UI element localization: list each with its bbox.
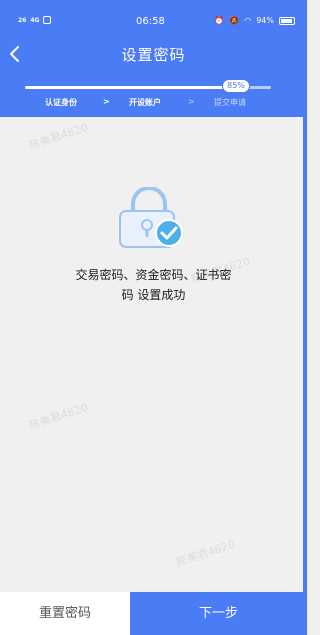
watermark: 陈美君4620: [174, 537, 237, 570]
wifi-icon: ◠: [244, 16, 252, 25]
watermark: 陈美君4620: [27, 120, 90, 153]
watermark: 陈美君4620: [27, 400, 90, 433]
battery-percent: 94%: [256, 16, 274, 25]
step-verify-identity: 认证身份: [45, 98, 77, 107]
nav-bar: 设置密码: [0, 40, 307, 70]
step-indicator: 认证身份 > 开设账户 > 提交申请: [0, 97, 307, 111]
notification-icon: [43, 16, 52, 24]
success-message-line-1: 交易密码、资金密码、证书密: [75, 268, 232, 282]
bottom-action-bar: 重置密码 下一步: [0, 592, 307, 635]
progress-fill: [25, 86, 235, 89]
signal-label-2: 4G: [30, 16, 40, 24]
header: 26 4G 06:58 ⏰ 🔕 ◠ 94% 设置密码 85% 认证身份 > 开设…: [0, 0, 307, 117]
signal-indicators: 26 4G: [18, 16, 52, 24]
success-message-line-2: 码 设置成功: [121, 288, 186, 302]
next-step-button[interactable]: 下一步: [130, 592, 307, 635]
page-title: 设置密码: [121, 46, 186, 64]
step-open-account: 开设账户: [129, 98, 161, 107]
step-submit-application: 提交申请: [214, 98, 246, 107]
signal-label-1: 26: [18, 16, 27, 24]
right-edge-bar: [303, 117, 307, 592]
step-separator-1: >: [103, 97, 110, 106]
progress-badge: 85%: [222, 79, 250, 93]
status-right: ⏰ 🔕 ◠ 94%: [214, 16, 295, 25]
status-time: 06:58: [136, 16, 165, 27]
battery-icon: [279, 16, 295, 25]
step-separator-2: >: [188, 97, 195, 106]
mute-icon: 🔕: [229, 16, 240, 25]
lock-success-icon: [119, 187, 183, 248]
success-message: 交易密码、资金密码、证书密 码 设置成功: [40, 265, 267, 305]
reset-password-button[interactable]: 重置密码: [0, 592, 130, 635]
status-bar: 26 4G 06:58 ⏰ 🔕 ◠ 94%: [0, 0, 307, 40]
alarm-icon: ⏰: [214, 16, 225, 25]
